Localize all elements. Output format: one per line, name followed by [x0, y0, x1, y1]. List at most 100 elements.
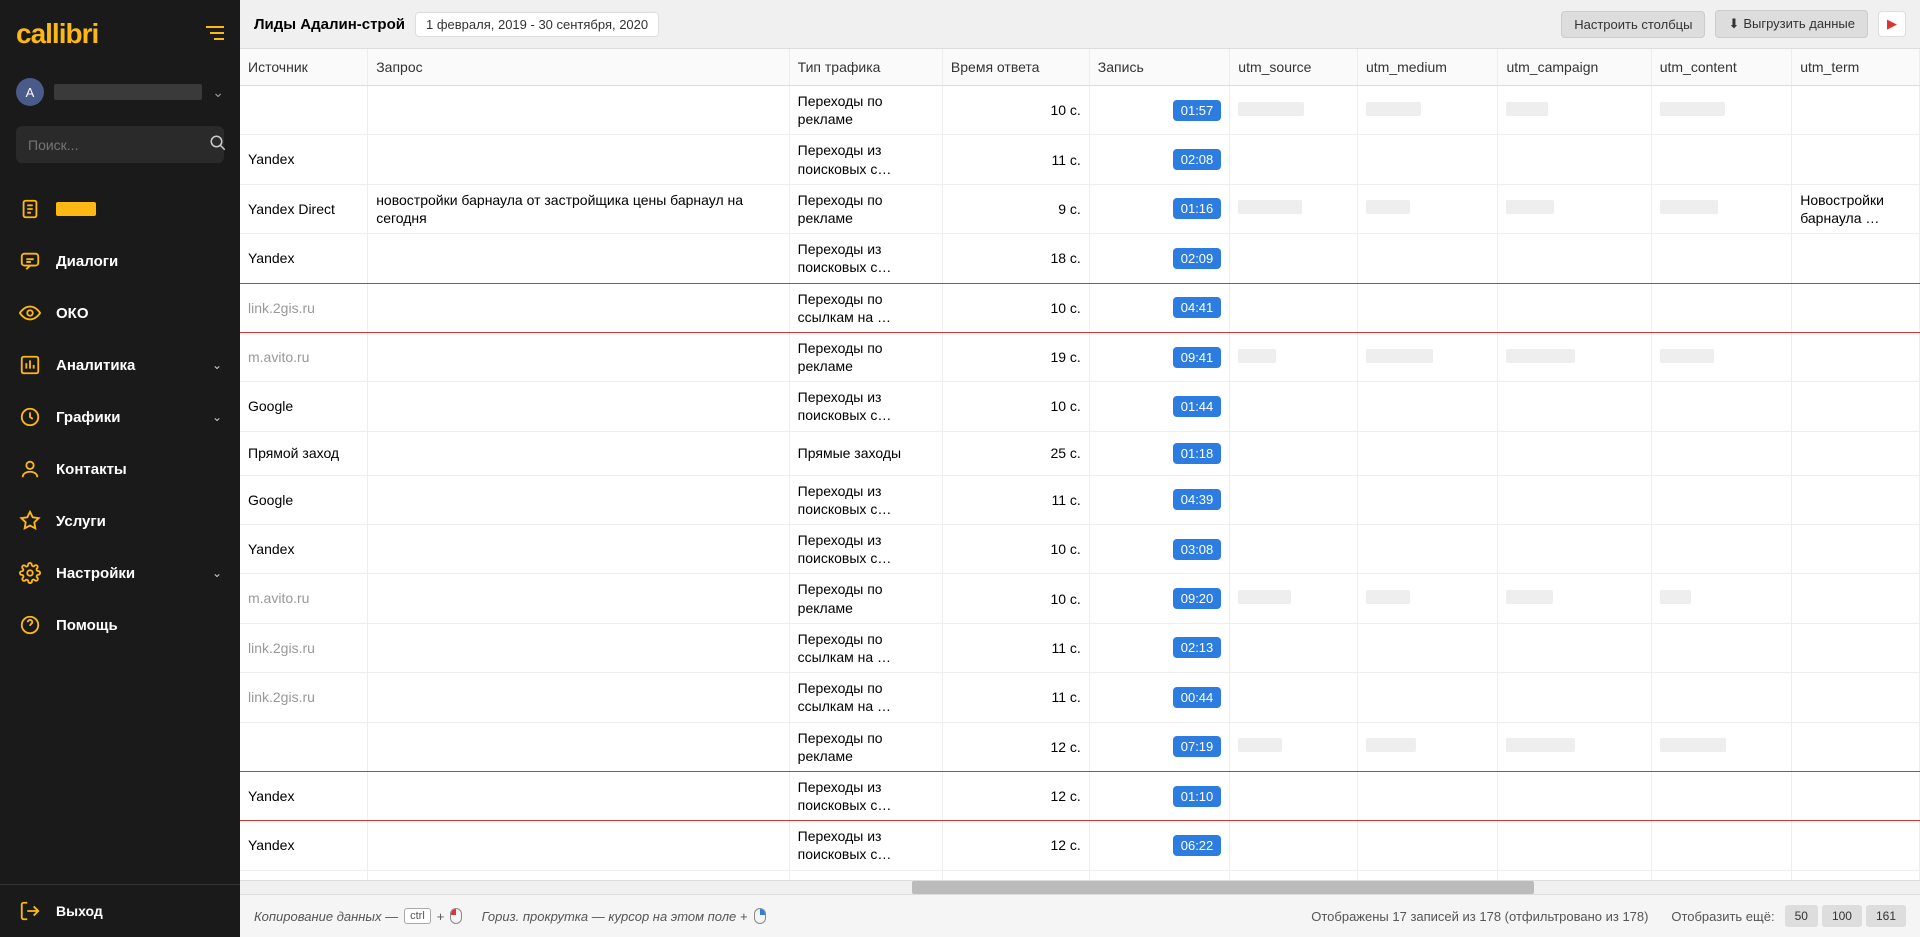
nav-label: Помощь: [56, 617, 222, 634]
table-row[interactable]: link.2gis.ruПереходы по ссылкам на …11 с…: [240, 673, 1920, 722]
cell-response-time: 19 с.: [942, 332, 1089, 381]
cell-query: [368, 431, 789, 475]
column-header[interactable]: utm_term: [1792, 49, 1920, 86]
table-row[interactable]: link.2gis.ruПереходы по ссылкам на …11 с…: [240, 623, 1920, 672]
recording-badge[interactable]: 01:57: [1173, 100, 1222, 121]
recording-badge[interactable]: 03:08: [1173, 539, 1222, 560]
export-button[interactable]: ⬇Выгрузить данные: [1715, 10, 1868, 38]
table-row[interactable]: GoogleПереходы из поисковых с…11 с.04:39: [240, 475, 1920, 524]
logo[interactable]: callibri: [16, 18, 98, 50]
recording-badge[interactable]: 01:16: [1173, 198, 1222, 219]
table-row[interactable]: Прямой заходПрямые заходы25 с.01:18: [240, 431, 1920, 475]
column-header[interactable]: Время ответа: [942, 49, 1089, 86]
cell-response-time: 11 с.: [942, 135, 1089, 184]
recording-badge[interactable]: 00:44: [1173, 687, 1222, 708]
table-row[interactable]: Переходы по рекламе12 с.07:19: [240, 722, 1920, 771]
footer: Копирование данных — ctrl + Гориз. прокр…: [240, 894, 1920, 937]
horizontal-scrollbar[interactable]: [240, 880, 1920, 894]
column-header[interactable]: utm_source: [1230, 49, 1358, 86]
recording-badge[interactable]: 06:22: [1173, 835, 1222, 856]
table-row[interactable]: m.avito.ruПереходы по рекламе19 с.09:41: [240, 332, 1920, 381]
search-box[interactable]: [16, 126, 224, 163]
play-button[interactable]: ▶: [1878, 11, 1906, 37]
recording-badge[interactable]: 04:41: [1173, 297, 1222, 318]
table-row[interactable]: YandexПереходы из поисковых с…10 с.03:08: [240, 525, 1920, 574]
recording-badge[interactable]: 02:13: [1173, 637, 1222, 658]
show-more-button[interactable]: 161: [1866, 905, 1906, 927]
column-header[interactable]: utm_content: [1651, 49, 1791, 86]
cell-utm: [1230, 234, 1358, 283]
cell-utm: [1357, 431, 1497, 475]
recording-badge[interactable]: 01:44: [1173, 396, 1222, 417]
recording-badge[interactable]: 07:19: [1173, 736, 1222, 757]
recording-badge[interactable]: 02:08: [1173, 149, 1222, 170]
cell-utm: [1651, 870, 1791, 880]
cell-recording: 02:13: [1089, 623, 1229, 672]
main: Лиды Адалин-строй 1 февраля, 2019 - 30 с…: [240, 0, 1920, 937]
table-row[interactable]: YandexПереходы из поисковых с…18 с.02:09: [240, 234, 1920, 283]
cell-utm-term: [1792, 332, 1920, 381]
download-icon: ⬇: [1728, 16, 1739, 32]
cell-utm: [1651, 623, 1791, 672]
cell-recording: 04:41: [1089, 283, 1229, 332]
column-header[interactable]: utm_medium: [1357, 49, 1497, 86]
cell-response-time: 9 с.: [942, 184, 1089, 233]
cell-utm-term: [1792, 283, 1920, 332]
sidebar-item-ОКО[interactable]: ОКО: [0, 287, 240, 339]
recording-badge[interactable]: 09:41: [1173, 347, 1222, 368]
recording-badge[interactable]: 01:10: [1173, 786, 1222, 807]
show-more-label: Отобразить ещё:: [1671, 909, 1774, 924]
sidebar-item-active[interactable]: [0, 183, 240, 235]
cell-query: [368, 382, 789, 431]
table-row[interactable]: YandexПереходы из поисковых с…12 с.01:10: [240, 771, 1920, 820]
sidebar-item-Аналитика[interactable]: Аналитика⌄: [0, 339, 240, 391]
cell-source: Yandex: [240, 821, 368, 870]
table-row[interactable]: YandexПереходы из поисковых с…11 с.02:08: [240, 135, 1920, 184]
recording-badge[interactable]: 01:18: [1173, 443, 1222, 464]
column-header[interactable]: Запрос: [368, 49, 789, 86]
table-row[interactable]: GoogleПереходы из поисковых с…10 с.01:44: [240, 382, 1920, 431]
show-more-button[interactable]: 50: [1785, 905, 1818, 927]
sidebar-item-Контакты[interactable]: Контакты: [0, 443, 240, 495]
nav: ДиалогиОКОАналитика⌄Графики⌄КонтактыУслу…: [0, 173, 240, 884]
sidebar-item-Услуги[interactable]: Услуги: [0, 495, 240, 547]
recording-badge[interactable]: 04:39: [1173, 489, 1222, 510]
recording-badge[interactable]: 02:09: [1173, 248, 1222, 269]
search-input[interactable]: [28, 137, 209, 153]
cell-utm: [1651, 673, 1791, 722]
cell-utm: [1357, 135, 1497, 184]
table-row[interactable]: Переходы по рекламе10 с.01:57: [240, 86, 1920, 135]
cell-source: Yandex: [240, 771, 368, 820]
recording-badge[interactable]: 09:20: [1173, 588, 1222, 609]
column-header[interactable]: Запись: [1089, 49, 1229, 86]
scrollbar-thumb[interactable]: [912, 881, 1534, 894]
sidebar-item-Настройки[interactable]: Настройки⌄: [0, 547, 240, 599]
table-row[interactable]: YandexПереходы из поисковых с…12 с.06:22: [240, 821, 1920, 870]
sidebar-item-Графики[interactable]: Графики⌄: [0, 391, 240, 443]
table-row[interactable]: nova.ramb…марс жкПереходы по рекламе11 с…: [240, 870, 1920, 880]
cell-utm: [1357, 525, 1497, 574]
column-header[interactable]: Тип трафика: [789, 49, 942, 86]
table-row[interactable]: link.2gis.ruПереходы по ссылкам на …10 с…: [240, 283, 1920, 332]
table-row[interactable]: m.avito.ruПереходы по рекламе10 с.09:20: [240, 574, 1920, 623]
user-switcher[interactable]: А ⌄: [0, 68, 240, 116]
sidebar-item-Помощь[interactable]: Помощь: [0, 599, 240, 651]
hscroll-hint-label: Гориз. прокрутка — курсор на этом поле +: [482, 909, 748, 924]
configure-columns-button[interactable]: Настроить столбцы: [1561, 11, 1705, 38]
cell-utm-term: [1792, 673, 1920, 722]
bars-icon: [18, 353, 42, 377]
date-range[interactable]: 1 февраля, 2019 - 30 сентября, 2020: [415, 12, 659, 37]
column-header[interactable]: utm_campaign: [1498, 49, 1651, 86]
cell-utm: [1651, 771, 1791, 820]
sidebar-item-exit[interactable]: Выход: [0, 884, 240, 937]
cell-source: nova.ramb…: [240, 870, 368, 880]
column-header[interactable]: Источник: [240, 49, 368, 86]
menu-toggle-icon[interactable]: [206, 24, 224, 45]
cell-utm: [1498, 86, 1651, 135]
sidebar-item-Диалоги[interactable]: Диалоги: [0, 235, 240, 287]
table-scroll[interactable]: ИсточникЗапросТип трафикаВремя ответаЗап…: [240, 49, 1920, 880]
show-more-button[interactable]: 100: [1822, 905, 1862, 927]
cell-response-time: 11 с.: [942, 475, 1089, 524]
cell-utm: [1651, 382, 1791, 431]
table-row[interactable]: Yandex Directновостройки барнаула от зас…: [240, 184, 1920, 233]
